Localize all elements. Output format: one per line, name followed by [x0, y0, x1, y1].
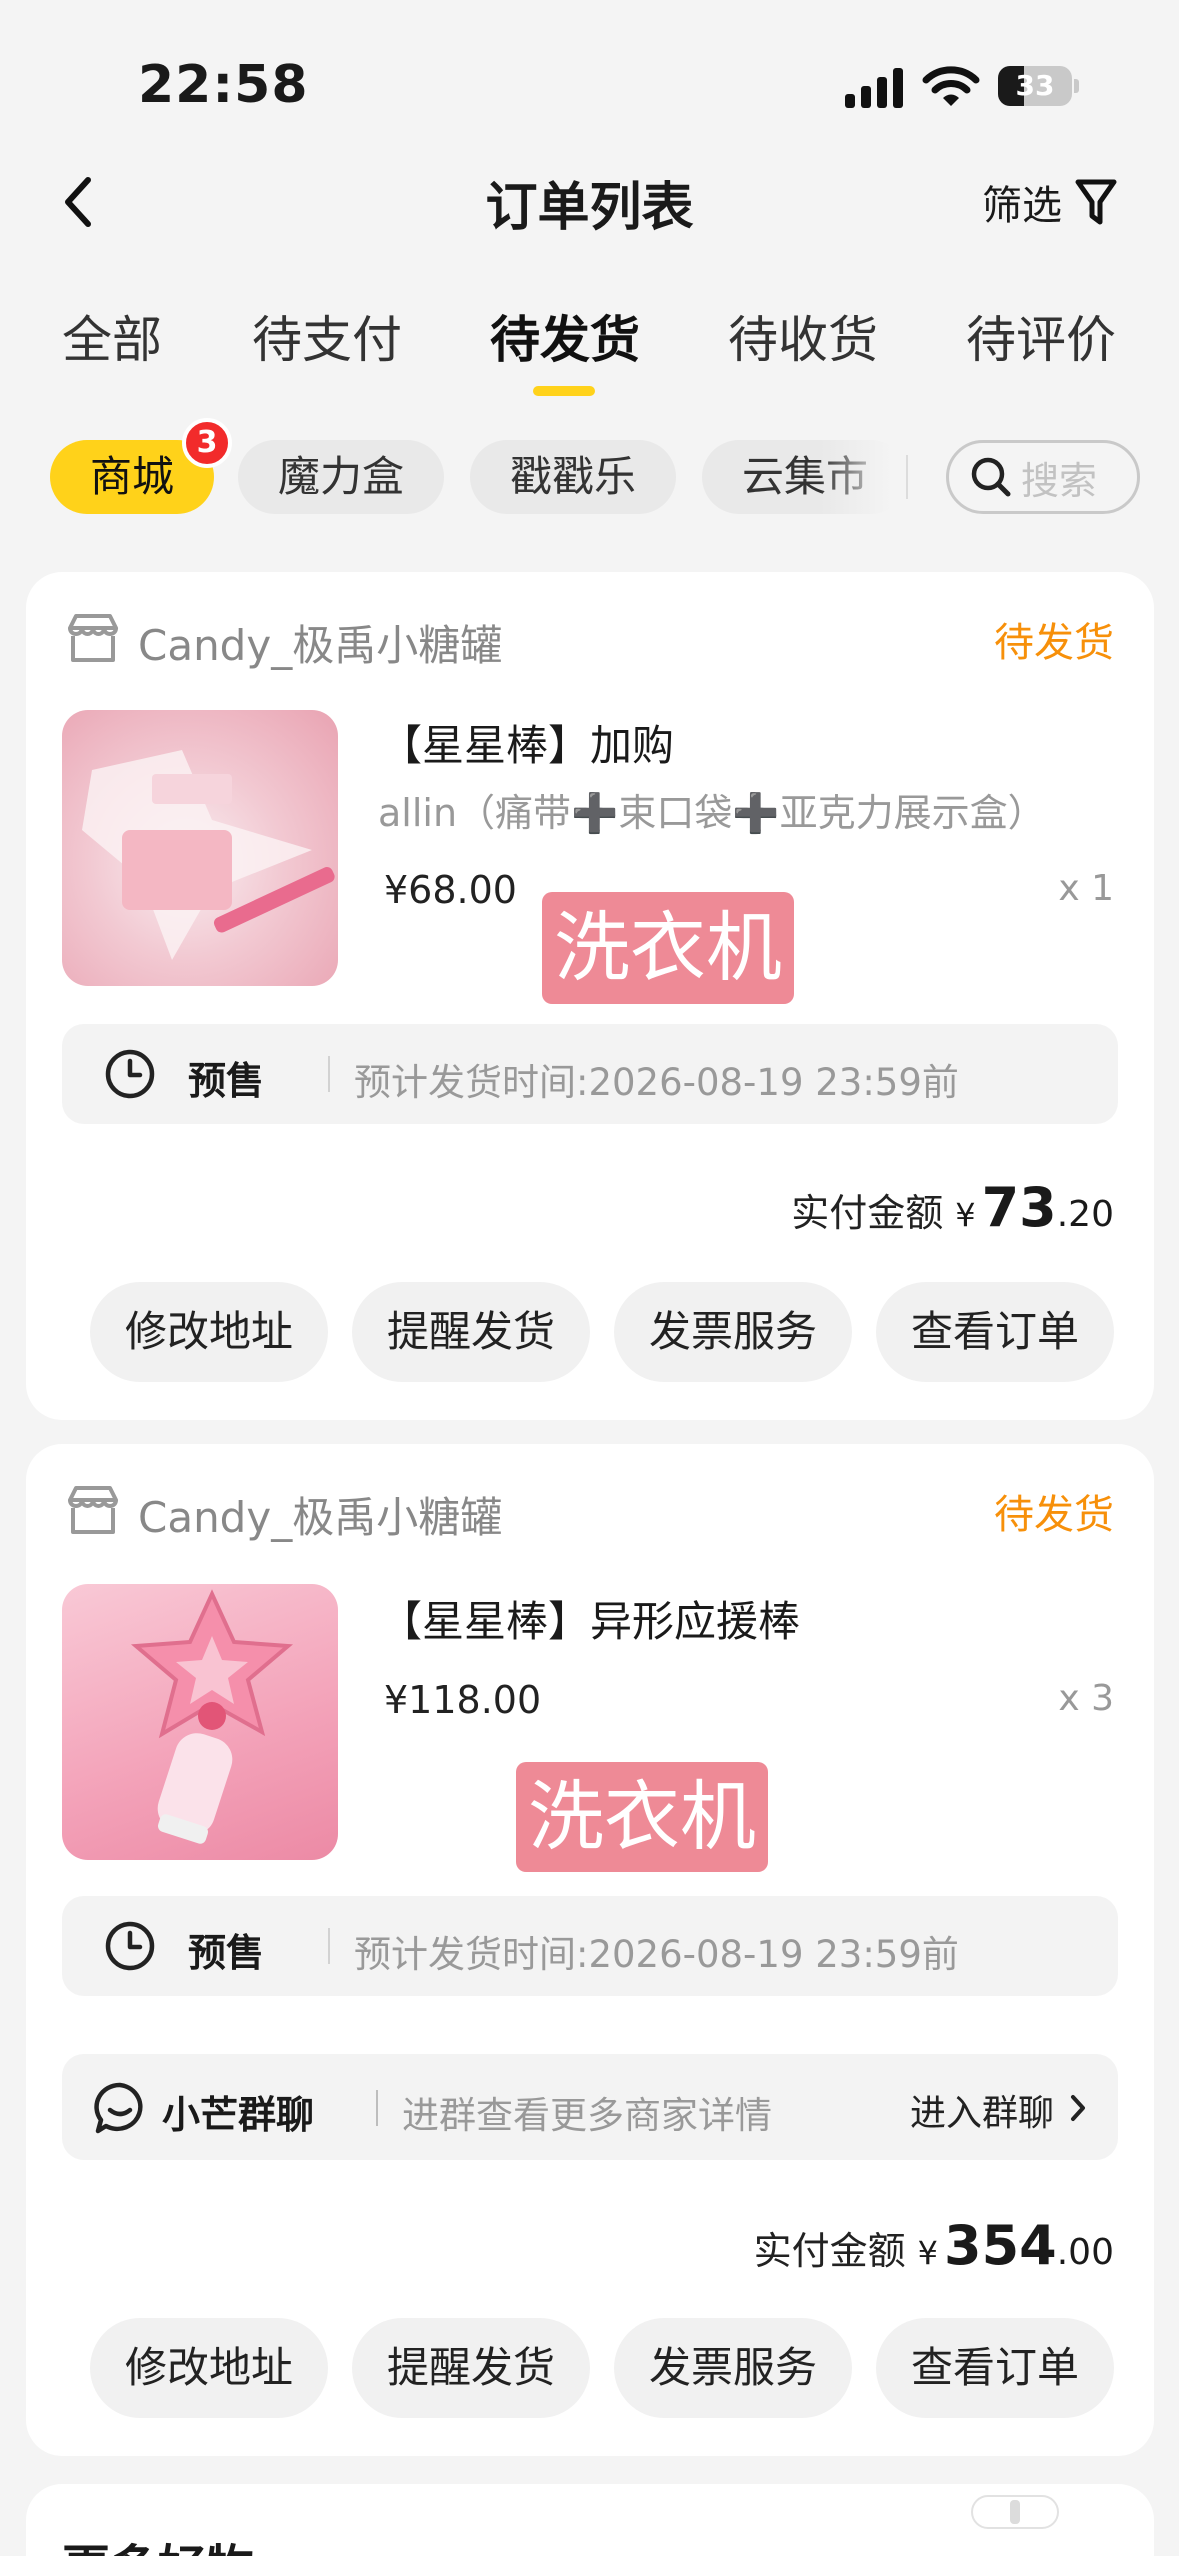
tab-pending-shipment[interactable]: 待发货: [490, 300, 640, 372]
chevron-right-icon: [1071, 2095, 1085, 2121]
product-image[interactable]: [62, 710, 338, 986]
total-integer: 354: [944, 2214, 1057, 2277]
wifi-icon: [922, 66, 980, 106]
product-spec: allin（痛带➕束口袋➕亚克力展示盒）: [378, 791, 1046, 835]
total-label: 实付金额: [753, 2229, 906, 2273]
floating-pill-icon: [971, 2495, 1059, 2529]
shop-name[interactable]: Candy_极禹小糖罐: [138, 612, 502, 673]
search-input[interactable]: 搜索: [946, 440, 1140, 514]
group-chat-entry[interactable]: 小芒群聊 进群查看更多商家详情 进入群聊: [62, 2054, 1118, 2160]
total-integer: 73: [981, 1176, 1057, 1239]
chip-poke-fun[interactable]: 戳戳乐: [470, 440, 676, 514]
shop-name[interactable]: Candy_极禹小糖罐: [138, 1484, 502, 1545]
total-paid: 实付金额 ¥ 354 .00: [754, 2214, 1114, 2277]
product-quantity: x 3: [1058, 1678, 1114, 1719]
group-chat-description: 进群查看更多商家详情: [402, 2094, 772, 2137]
shop-icon: [68, 1486, 118, 1534]
tab-pending-receipt[interactable]: 待收货: [728, 300, 878, 372]
group-chat-name: 小芒群聊: [162, 2093, 315, 2137]
tab-pending-payment[interactable]: 待支付: [252, 300, 402, 372]
status-time: 22:58: [138, 55, 309, 115]
modify-address-button[interactable]: 修改地址: [90, 1282, 328, 1382]
product-price: ¥118.00: [384, 1678, 542, 1722]
invoice-service-button[interactable]: 发票服务: [614, 1282, 852, 1382]
more-goods-title: 更多好物: [62, 2528, 254, 2556]
presale-label: 预售: [188, 1931, 265, 1975]
total-decimal: .00: [1056, 2232, 1114, 2273]
clock-icon: [105, 1921, 155, 1971]
order-status: 待发货: [994, 620, 1114, 666]
view-order-button[interactable]: 查看订单: [876, 1282, 1114, 1382]
battery-level: 33: [1015, 69, 1055, 102]
chip-mall-badge: 3: [182, 418, 232, 468]
tab-pending-review[interactable]: 待评价: [966, 300, 1116, 372]
chip-magic-box[interactable]: 魔力盒: [238, 440, 444, 514]
total-paid: 实付金额 ¥ 73 .20: [791, 1176, 1114, 1239]
presale-label: 预售: [188, 1059, 265, 1103]
presale-info: 预售 预计发货时间:2026-08-19 23:59前: [62, 1024, 1118, 1124]
total-currency: ¥: [917, 2234, 938, 2272]
product-photo-graphic: [130, 1589, 294, 1844]
overlay-sticker: 洗衣机: [516, 1762, 768, 1872]
estimated-ship-time: 预计发货时间:2026-08-19 23:59前: [354, 1933, 959, 1976]
modify-address-button[interactable]: 修改地址: [90, 2318, 328, 2418]
overlay-sticker: 洗衣机: [542, 892, 794, 1004]
search-placeholder: 搜索: [1021, 458, 1098, 503]
clock-icon: [105, 1049, 155, 1099]
cellular-signal-icon: [845, 68, 903, 108]
order-card: Candy_极禹小糖罐 待发货 【星星棒】加购 allin（痛带➕束口袋➕亚克力…: [26, 572, 1154, 1420]
order-card: Candy_极禹小糖罐 待发货 【星星棒】异形应援棒 ¥118.00 x 3 洗…: [26, 1444, 1154, 2456]
battery-icon: 33: [998, 66, 1079, 106]
filter-funnel-icon: [1075, 179, 1117, 225]
chat-bubble-icon: [94, 2082, 143, 2134]
product-photo-graphic: [82, 750, 335, 960]
remind-shipment-button[interactable]: 提醒发货: [352, 1282, 590, 1382]
product-title[interactable]: 【星星棒】异形应援棒: [380, 1588, 800, 1649]
active-tab-indicator: [533, 386, 595, 396]
order-status: 待发货: [994, 1492, 1114, 1538]
view-order-button[interactable]: 查看订单: [876, 2318, 1114, 2418]
presale-info: 预售 预计发货时间:2026-08-19 23:59前: [62, 1896, 1118, 1996]
total-currency: ¥: [955, 1196, 976, 1234]
tab-all[interactable]: 全部: [62, 300, 162, 372]
remind-shipment-button[interactable]: 提醒发货: [352, 2318, 590, 2418]
search-icon: [971, 457, 1011, 497]
product-image[interactable]: [62, 1584, 338, 1860]
total-label: 实付金额: [791, 1191, 944, 1235]
shop-icon: [68, 614, 118, 662]
status-bar: 22:58 33: [0, 0, 1179, 150]
product-price: ¥68.00: [384, 868, 517, 912]
enter-group-chat-link[interactable]: 进入群聊: [910, 2084, 1054, 2136]
filter-button[interactable]: 筛选: [982, 172, 1118, 232]
order-status-tabs: 全部 待支付 待发货 待收货 待评价: [0, 300, 1179, 400]
product-title[interactable]: 【星星棒】加购: [380, 712, 674, 773]
filter-label: 筛选: [982, 183, 1062, 229]
invoice-service-button[interactable]: 发票服务: [614, 2318, 852, 2418]
divider: [906, 455, 908, 499]
product-quantity: x 1: [1058, 868, 1114, 909]
total-decimal: .20: [1056, 1194, 1114, 1235]
estimated-ship-time: 预计发货时间:2026-08-19 23:59前: [354, 1061, 959, 1104]
